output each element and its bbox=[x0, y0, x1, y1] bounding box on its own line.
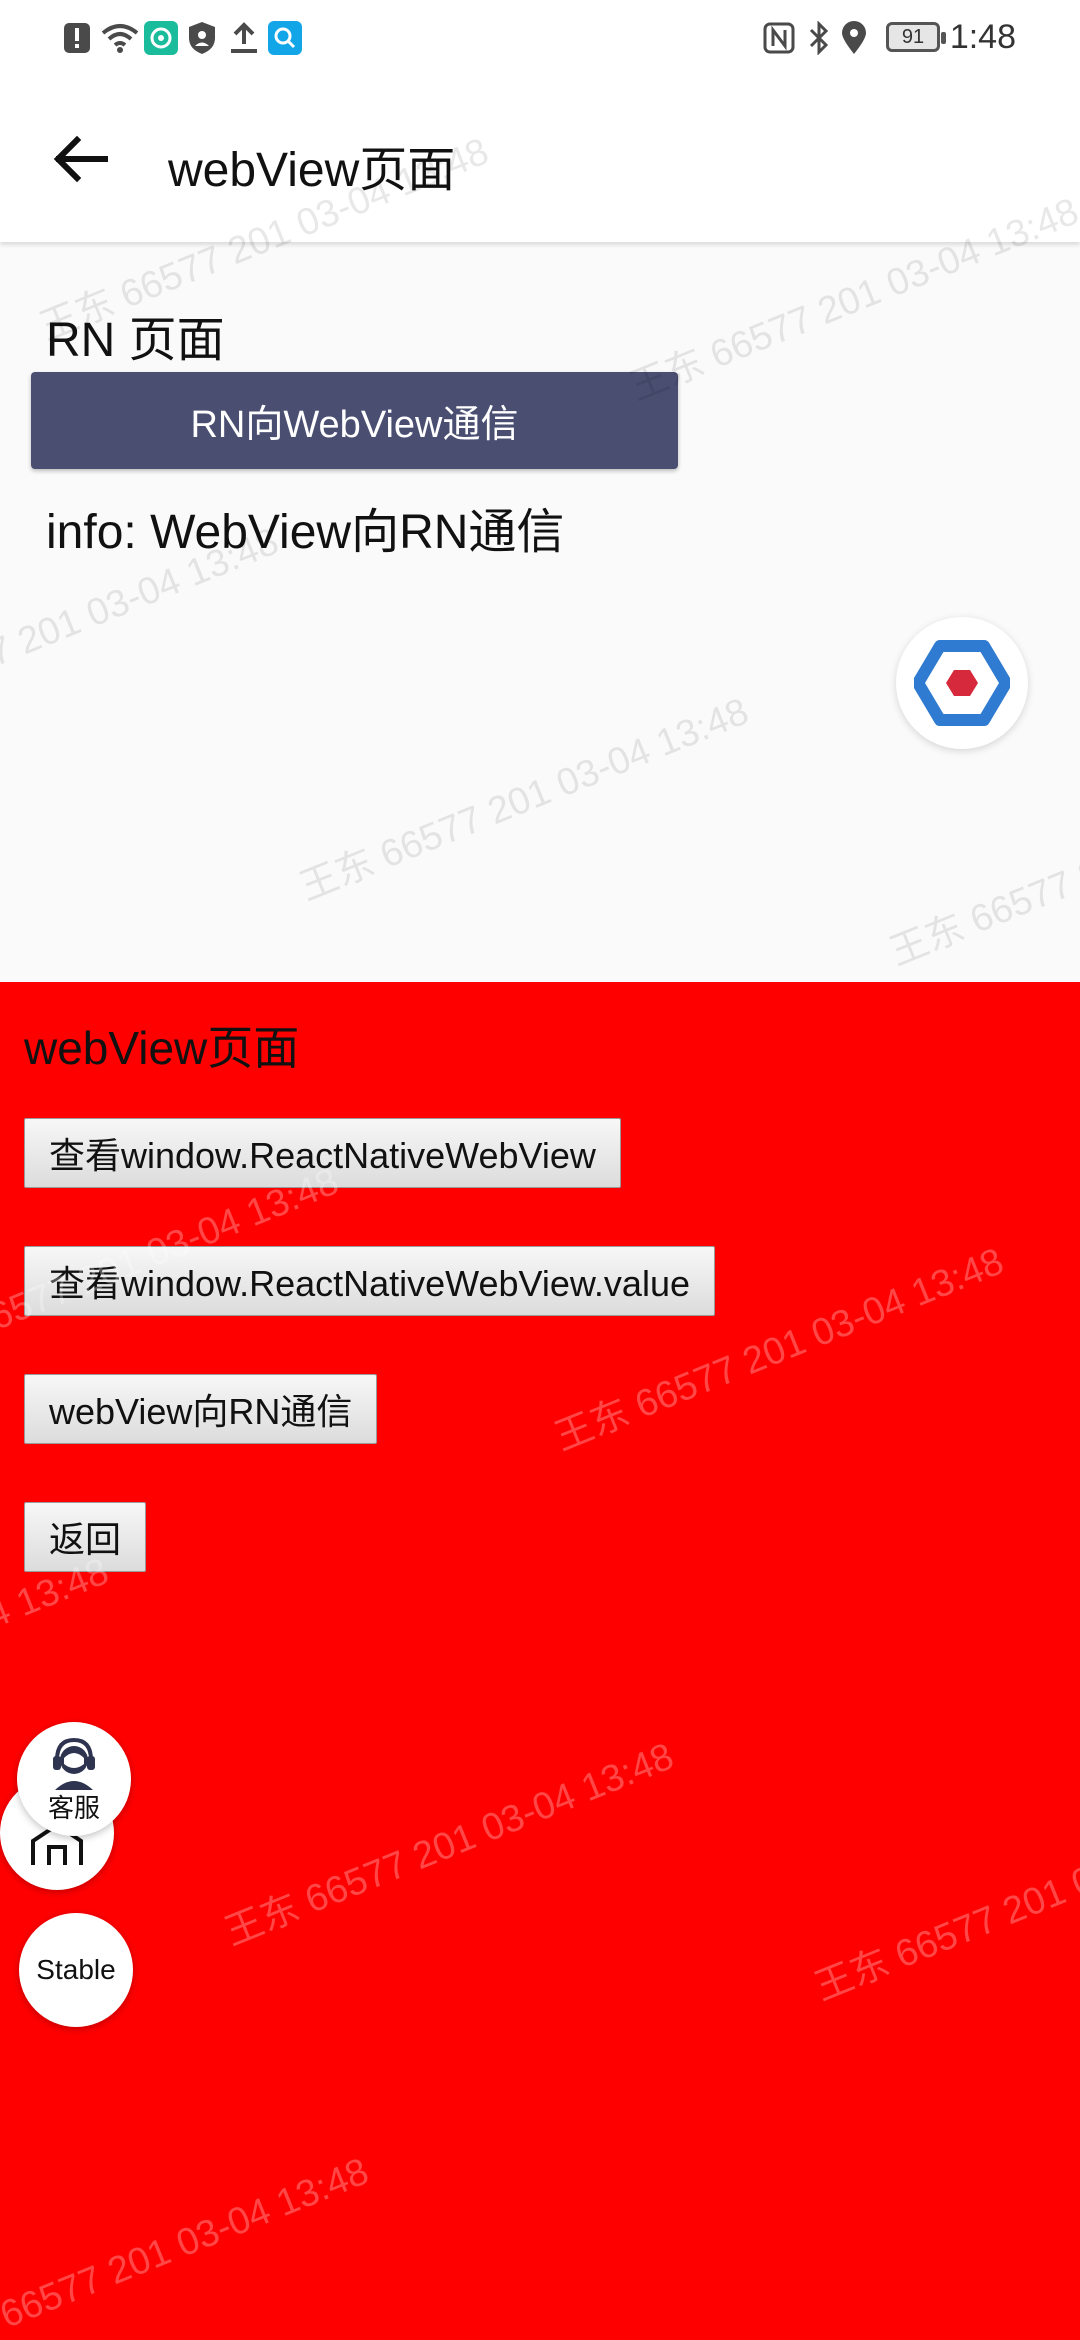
customer-service-button[interactable]: 客服 bbox=[17, 1722, 131, 1836]
rn-page-title: RN 页面 bbox=[46, 314, 225, 367]
app-bar: webView页面 bbox=[0, 76, 1080, 242]
webview-container: webView页面 查看window.ReactNativeWebView 查看… bbox=[0, 982, 1080, 2340]
notification-alert-icon bbox=[62, 20, 92, 56]
search-app-icon bbox=[268, 20, 302, 56]
rn-section: RN 页面 RN向WebView通信 info: WebView向RN通信 bbox=[0, 242, 1080, 982]
return-button[interactable]: 返回 bbox=[24, 1502, 147, 1572]
stable-floating-button[interactable]: Stable bbox=[19, 1913, 133, 2027]
nfc-icon bbox=[762, 20, 796, 56]
wifi-icon bbox=[100, 20, 140, 56]
shield-user-icon bbox=[186, 20, 218, 56]
status-bar: 91 1:48 bbox=[0, 0, 1080, 76]
status-time: 1:48 bbox=[949, 18, 1016, 56]
customer-service-label: 客服 bbox=[47, 1792, 100, 1823]
location-icon bbox=[840, 20, 868, 56]
view-reactnativewebview-button[interactable]: 查看window.ReactNativeWebView bbox=[24, 1118, 621, 1188]
page-title: webView页面 bbox=[168, 144, 456, 197]
webview-to-rn-button[interactable]: webView向RN通信 bbox=[24, 1374, 378, 1444]
back-button[interactable] bbox=[48, 126, 114, 192]
stable-label: Stable bbox=[36, 1954, 116, 1985]
headset-agent-icon bbox=[53, 1737, 95, 1790]
hexagon-logo-icon bbox=[914, 640, 1010, 726]
app-green-icon bbox=[144, 20, 178, 56]
battery-level: 91 bbox=[901, 25, 925, 48]
webview-title: webView页面 bbox=[24, 1022, 300, 1074]
rn-info-text: info: WebView向RN通信 bbox=[46, 506, 565, 559]
upload-icon bbox=[228, 20, 260, 56]
rn-to-webview-button[interactable]: RN向WebView通信 bbox=[31, 372, 678, 469]
view-reactnativewebview-value-button[interactable]: 查看window.ReactNativeWebView.value bbox=[24, 1246, 715, 1316]
bluetooth-icon bbox=[806, 20, 832, 56]
battery-icon: 91 bbox=[886, 22, 946, 52]
floating-logo-button[interactable] bbox=[896, 617, 1028, 749]
back-arrow-icon bbox=[53, 135, 108, 183]
screen: 91 1:48 webView页面 RN 页面 RN向WebView通信 inf… bbox=[0, 0, 1080, 2340]
